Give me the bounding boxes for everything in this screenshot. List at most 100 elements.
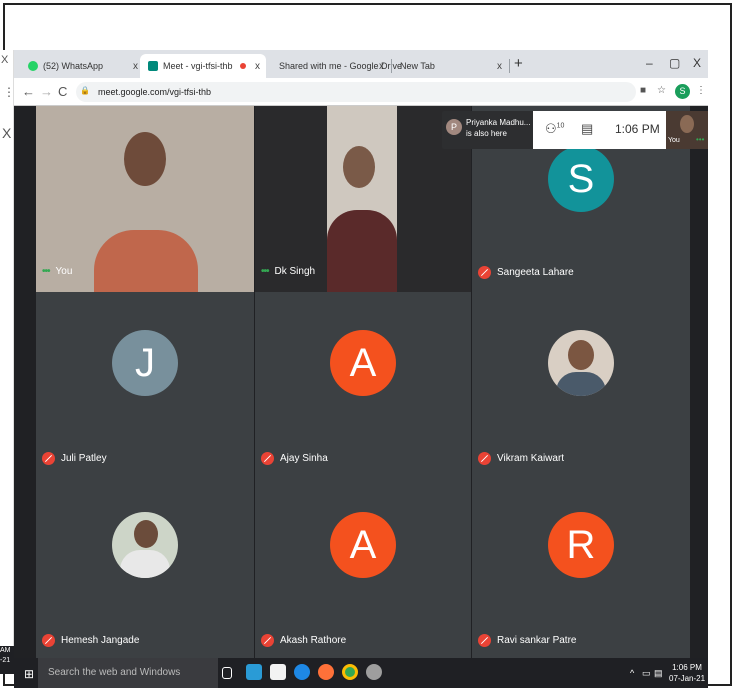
tab-close-icon[interactable]: x (497, 61, 502, 72)
people-count: 10 (556, 122, 565, 130)
taskbar-search[interactable]: Search the web and Windows (38, 658, 218, 688)
tab-close-icon[interactable]: x (379, 61, 384, 72)
misc-app-icon[interactable] (366, 664, 382, 680)
people-icon[interactable]: ⚇10 (545, 121, 564, 137)
thumb-face (680, 115, 694, 133)
chrome-menu-icon[interactable]: ⋮ (696, 85, 706, 96)
tab-separator (509, 59, 510, 73)
forward-icon[interactable]: → (40, 84, 53, 99)
profile-photo (112, 512, 178, 578)
person-shirt (327, 210, 397, 292)
audio-dots-icon: ••• (261, 266, 269, 277)
person-head (343, 146, 375, 188)
participant-name: Hemesh Jangade (61, 635, 140, 646)
windows-start-icon[interactable]: ⊞ (24, 667, 34, 681)
chrome-icon[interactable] (342, 664, 358, 680)
bookmark-star-icon[interactable]: ☆ (657, 85, 666, 96)
video-tile-you[interactable]: ••• You (36, 106, 254, 292)
person-shirt (94, 230, 198, 292)
screenshot: { "browser": { "tabs": [ {"label": "(52)… (0, 0, 734, 688)
participant-label: Juli Patley (42, 452, 107, 465)
file-explorer-icon[interactable] (270, 664, 286, 680)
store-icon[interactable] (246, 664, 262, 680)
recording-dot-icon (240, 63, 246, 69)
self-view-thumbnail[interactable]: You ••• (666, 111, 708, 149)
windows-taskbar: ⊞ Search the web and Windows ^ ▭ ▤ 1:06 … (14, 658, 708, 688)
photo-face (134, 520, 158, 548)
meeting-time: 1:06 PM (615, 122, 660, 136)
mic-off-icon (478, 266, 491, 279)
left-clock: AM -21 (0, 646, 14, 674)
video-tile-ravi-sankar-patre[interactable]: R Ravi sankar Patre (472, 472, 690, 658)
minimize-button[interactable]: – (646, 56, 653, 70)
tab-label: (52) WhatsApp (43, 61, 104, 71)
whatsapp-icon (28, 61, 38, 71)
task-view-icon[interactable] (222, 667, 232, 679)
participant-name: Sangeeta Lahare (497, 267, 574, 278)
audio-dots-icon: ••• (42, 266, 50, 277)
tab-new[interactable]: New Tab x (392, 54, 508, 78)
tray-expand-icon[interactable]: ^ (630, 668, 634, 678)
meet-grid: ••• You ••• Dk Singh S Sangeeta Lahare J… (14, 106, 708, 658)
new-tab-button[interactable]: + (514, 55, 523, 72)
participant-label: ••• You (42, 266, 72, 277)
left-panel-close-icon[interactable]: X (2, 125, 11, 141)
profile-photo (548, 330, 614, 396)
url-text: meet.google.com/vgi-tfsi-thb (98, 87, 212, 97)
camera-indicator-icon[interactable]: ■ (640, 85, 646, 96)
participant-label: Akash Rathore (261, 634, 346, 647)
close-window-button[interactable]: X (693, 56, 701, 70)
tab-strip: (52) WhatsApp x Meet - vgi-tfsi-thb x Sh… (14, 50, 708, 78)
profile-avatar[interactable]: S (675, 84, 690, 99)
video-tile-vikram-kaiwart[interactable]: Vikram Kaiwart (472, 292, 690, 472)
mic-off-icon (261, 452, 274, 465)
mic-off-icon (478, 634, 491, 647)
reload-icon[interactable]: C (58, 84, 67, 99)
tab-close-icon[interactable]: x (133, 61, 138, 72)
tab-whatsapp[interactable]: (52) WhatsApp x (20, 54, 144, 78)
tab-close-icon[interactable]: x (255, 61, 260, 72)
person-head (124, 132, 166, 186)
photo-shirt (556, 372, 606, 396)
participant-label: ••• Dk Singh (261, 266, 315, 277)
photo-face (568, 340, 594, 370)
video-tile-hemesh-jangade[interactable]: Hemesh Jangade (36, 472, 254, 658)
video-tile-juli-patley[interactable]: J Juli Patley (36, 292, 254, 472)
address-bar[interactable]: meet.google.com/vgi-tfsi-thb (76, 82, 636, 102)
tab-meet[interactable]: Meet - vgi-tfsi-thb x (140, 54, 266, 78)
network-icon[interactable]: ▭ (642, 668, 651, 679)
mic-off-icon (478, 452, 491, 465)
participant-name: You (55, 266, 73, 277)
video-tile-ajay-sinha[interactable]: A Ajay Sinha (255, 292, 471, 472)
mic-off-icon (42, 452, 55, 465)
notice-line-1: Priyanka Madhu... (466, 118, 531, 127)
meet-icon (148, 61, 158, 71)
participant-label: Hemesh Jangade (42, 634, 139, 647)
edge-icon[interactable] (294, 664, 310, 680)
tab-label: New Tab (400, 61, 435, 71)
tab-label: Meet - vgi-tfsi-thb (163, 61, 233, 71)
notice-text: Priyanka Madhu... is also here (466, 117, 530, 139)
search-placeholder: Search the web and Windows (48, 667, 181, 678)
participant-name: Ajay Sinha (280, 453, 328, 464)
participant-label: Sangeeta Lahare (478, 266, 574, 279)
restore-button[interactable]: ▢ (669, 56, 680, 70)
avatar: A (330, 512, 396, 578)
taskbar-clock[interactable]: 1:06 PM 07-Jan-21 (669, 662, 705, 684)
self-label: You (668, 137, 680, 144)
left-close-icon[interactable]: X (1, 54, 8, 66)
back-icon[interactable]: ← (22, 84, 35, 99)
lock-icon: 🔒 (80, 86, 90, 95)
firefox-icon[interactable] (318, 664, 334, 680)
tab-drive[interactable]: Shared with me - Google Drive x (266, 54, 402, 78)
notice-line-2: is also here (466, 129, 507, 138)
participant-label: Vikram Kaiwart (478, 452, 564, 465)
chat-icon[interactable]: ▤ (581, 121, 593, 137)
join-notice[interactable]: P Priyanka Madhu... is also here (442, 111, 536, 149)
notifications-icon[interactable]: ▤ (654, 668, 663, 679)
clock-time: 1:06 PM (672, 663, 702, 672)
left-clock-bottom: -21 (0, 657, 11, 664)
audio-dots-icon: ••• (696, 135, 705, 144)
video-tile-dk-singh[interactable]: ••• Dk Singh (255, 106, 471, 292)
video-tile-akash-rathore[interactable]: A Akash Rathore (255, 472, 471, 658)
